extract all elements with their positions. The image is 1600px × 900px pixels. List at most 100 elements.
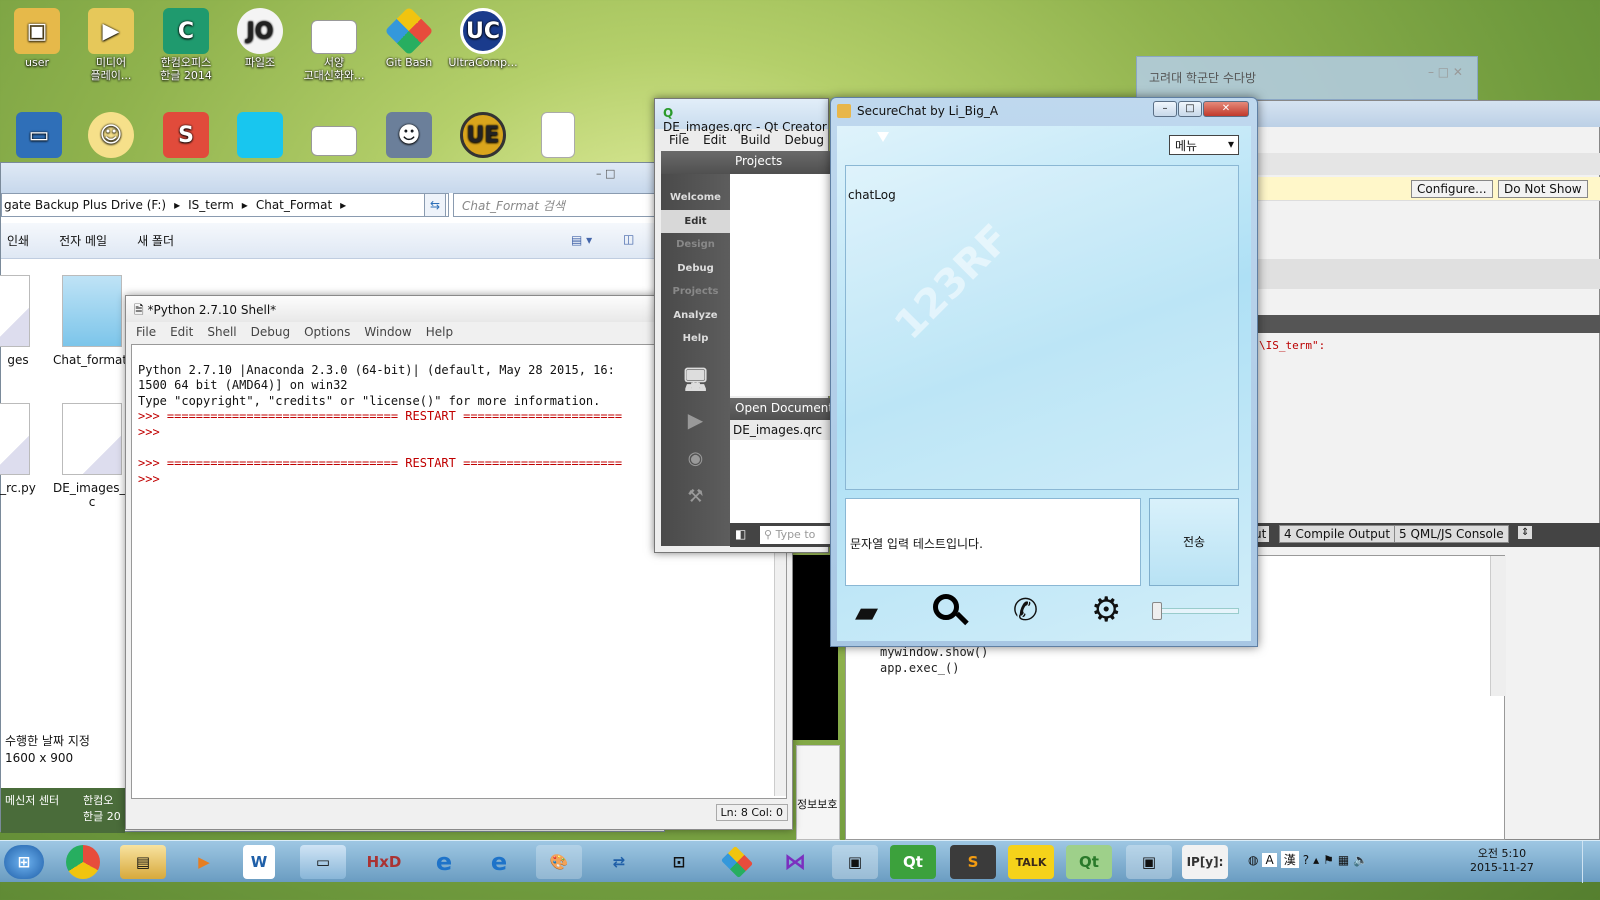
- menu-help[interactable]: Help: [426, 325, 453, 339]
- volume-slider[interactable]: [1152, 602, 1239, 620]
- desktop-icon-gitbash[interactable]: Git Bash: [374, 6, 444, 69]
- start-button[interactable]: ⊞: [4, 845, 44, 879]
- behind-window[interactable]: 고려대 학군단 수다방 – □ ✕: [1136, 56, 1478, 100]
- build-hammer-icon[interactable]: ⚒: [661, 485, 730, 523]
- network-icon[interactable]: ⇄: [598, 845, 640, 879]
- qt-creator-task[interactable]: Qt: [890, 845, 936, 879]
- sidebar-toggle-icon[interactable]: ◧: [735, 527, 746, 541]
- language-icon[interactable]: ◍: [1248, 853, 1258, 867]
- mode-debug[interactable]: Debug: [661, 257, 730, 281]
- notepad-icon[interactable]: ▭: [300, 845, 346, 879]
- ime-hanja[interactable]: 漢: [1280, 851, 1299, 868]
- desktop-icon-mythology[interactable]: 서양 고대신화와...: [299, 8, 369, 82]
- menu-file[interactable]: File: [136, 325, 156, 339]
- projects-tree[interactable]: [730, 174, 830, 396]
- desktop-icon-computer[interactable]: ▭: [4, 112, 74, 160]
- refresh-icon[interactable]: ⇆: [424, 193, 446, 217]
- hxd-icon[interactable]: HxD: [363, 845, 405, 879]
- desktop-icon-photo[interactable]: ☻: [374, 112, 444, 160]
- file-item[interactable]: Chat_format.p: [53, 275, 139, 367]
- word-icon[interactable]: W: [243, 845, 275, 879]
- search-icon[interactable]: [933, 594, 969, 630]
- ie-icon[interactable]: e: [423, 845, 465, 879]
- window-app-icon[interactable]: ▣: [1126, 845, 1172, 879]
- window-app-icon[interactable]: ▣: [832, 845, 878, 879]
- ime-mode[interactable]: A: [1262, 852, 1277, 867]
- gear-icon[interactable]: ⚙: [1091, 592, 1121, 628]
- menu-options[interactable]: Options: [304, 325, 350, 339]
- ie-icon[interactable]: e: [478, 845, 520, 879]
- print-button[interactable]: 인쇄: [7, 232, 29, 249]
- network-tray-icon[interactable]: ▦: [1338, 853, 1349, 867]
- file-item[interactable]: _rc.py: [0, 403, 39, 495]
- desktop-icon-user[interactable]: ▣ user: [2, 8, 72, 69]
- window-controls-icon[interactable]: – □ ✕: [1428, 65, 1463, 79]
- qt-app-task[interactable]: Qt: [1066, 845, 1112, 879]
- desktop-icon-document[interactable]: [299, 112, 369, 158]
- send-button[interactable]: 전송: [1149, 498, 1239, 586]
- window-controls-icon[interactable]: – □: [596, 167, 615, 180]
- breadcrumb-chat-format[interactable]: Chat_Format: [256, 198, 332, 212]
- desktop-icon-media-player[interactable]: ▶ 미디어 플레이...: [76, 8, 146, 82]
- sublime-icon[interactable]: S: [950, 845, 996, 879]
- media-player-icon[interactable]: ▶: [183, 845, 225, 879]
- file-item[interactable]: DE_images_rc. c: [53, 403, 141, 509]
- preview-pane-icon[interactable]: ◫: [623, 232, 634, 246]
- debug-run-icon[interactable]: ◉: [661, 447, 730, 485]
- mode-projects[interactable]: Projects: [661, 280, 730, 304]
- mode-design[interactable]: Design: [661, 233, 730, 257]
- mode-help[interactable]: Help: [661, 327, 730, 351]
- chrome-icon[interactable]: [66, 845, 100, 879]
- phone-icon[interactable]: ✆: [1013, 594, 1038, 628]
- scrollbar[interactable]: [1490, 556, 1506, 696]
- tray-overflow-icon[interactable]: ▴: [1313, 853, 1319, 867]
- flag-icon[interactable]: ⚑: [1323, 853, 1334, 867]
- menu-edit[interactable]: Edit: [170, 325, 193, 339]
- breadcrumb-is-term[interactable]: IS_term: [188, 198, 234, 212]
- console-scrollbar[interactable]: [774, 546, 786, 796]
- securechat-window[interactable]: SecureChat by Li_Big_A – □ ✕ 메뉴 ▾ chatLo…: [830, 97, 1258, 647]
- tabs-scroll-icon[interactable]: ⇕: [1518, 526, 1533, 539]
- maximize-button[interactable]: □: [1178, 101, 1202, 117]
- compile-output-tab[interactable]: 4 Compile Output: [1279, 525, 1396, 543]
- open-document-item[interactable]: DE_images.qrc: [730, 420, 830, 440]
- partial-window[interactable]: 정보보호: [796, 745, 840, 840]
- qt-creator-window[interactable]: Q DE_images.qrc - Qt Creator File Edit B…: [654, 98, 839, 553]
- menu-edit[interactable]: Edit: [703, 133, 726, 147]
- menu-window[interactable]: Window: [364, 325, 411, 339]
- run-icon[interactable]: ▶: [661, 408, 730, 447]
- git-icon[interactable]: [720, 845, 754, 879]
- mode-edit[interactable]: Edit: [661, 209, 730, 233]
- minimize-button[interactable]: –: [1153, 101, 1177, 117]
- email-button[interactable]: 전자 메일: [59, 232, 107, 249]
- message-input[interactable]: 문자열 입력 테스트입니다.: [845, 498, 1141, 586]
- locator-input[interactable]: ⚲ Type to: [760, 526, 830, 544]
- menu-file[interactable]: File: [669, 133, 689, 147]
- paint-icon[interactable]: 🎨: [536, 845, 582, 879]
- volume-icon[interactable]: 🔈: [1353, 853, 1368, 867]
- visual-studio-icon[interactable]: ⋈: [774, 845, 816, 879]
- view-options-icon[interactable]: ▤ ▾: [571, 233, 592, 247]
- configure-button[interactable]: Configure...: [1411, 180, 1493, 198]
- folder-icon[interactable]: ▰: [855, 596, 878, 630]
- ipython-icon[interactable]: IP[y]:: [1182, 845, 1228, 879]
- qml-console-tab[interactable]: 5 QML/JS Console: [1394, 525, 1509, 543]
- desktop-icon-app[interactable]: [225, 112, 295, 160]
- do-not-show-button[interactable]: Do Not Show: [1498, 180, 1588, 198]
- mode-analyze[interactable]: Analyze: [661, 304, 730, 328]
- search-input[interactable]: Chat_Format 검색: [453, 193, 663, 217]
- new-folder-button[interactable]: 새 폴더: [137, 232, 174, 249]
- desktop-icon-messenger[interactable]: ☺: [76, 112, 146, 160]
- menu-debug[interactable]: Debug: [251, 325, 290, 339]
- close-button[interactable]: ✕: [1203, 101, 1249, 117]
- target-selector-icon[interactable]: 🖥: [661, 368, 730, 409]
- menu-debug[interactable]: Debug: [784, 133, 823, 147]
- desktop-icon-textfile[interactable]: [523, 112, 593, 160]
- address-bar[interactable]: gate Backup Plus Drive (F:) ▸ IS_term ▸ Ch…: [1, 193, 449, 217]
- mode-welcome[interactable]: Welcome: [661, 186, 730, 210]
- desktop-icon-hancom[interactable]: C 한컴오피스 한글 2014: [151, 8, 221, 82]
- slider-handle[interactable]: [1152, 602, 1162, 620]
- kakaotalk-icon[interactable]: TALK: [1008, 845, 1054, 879]
- show-desktop-button[interactable]: [1582, 841, 1598, 883]
- desktop-icon-ultracompare[interactable]: UC UltraComp...: [448, 8, 518, 69]
